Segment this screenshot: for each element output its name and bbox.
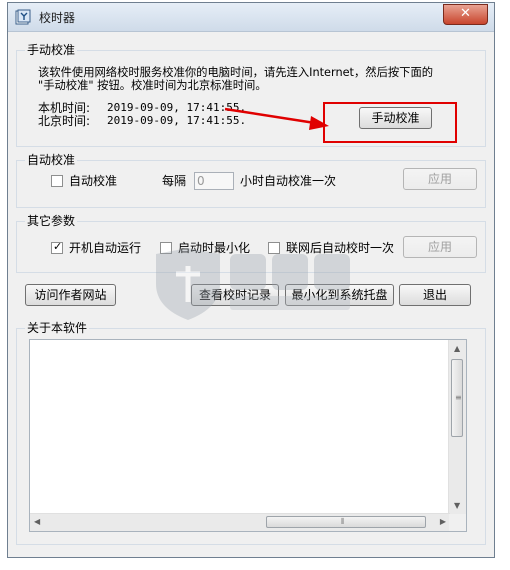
horizontal-scroll-thumb[interactable]: ⦀ [266,516,426,528]
watermark-logo [156,248,350,320]
beijing-time-label: 北京时间: [38,114,91,128]
scroll-right-icon[interactable]: ▶ [440,517,446,527]
vertical-scrollbar[interactable]: ▲ ≡ ▼ [448,340,466,514]
auto-calibrate-label: 自动校准 [69,174,118,188]
close-icon: ✕ [460,6,471,21]
manual-calibrate-button[interactable]: 手动校准 [359,107,432,129]
title-bar[interactable]: 校时器 ✕ [8,3,494,32]
vertical-scroll-thumb[interactable]: ≡ [451,359,463,437]
interval-input[interactable]: 0 [194,172,234,190]
interval-suffix-label: 小时自动校准一次 [240,174,337,188]
auto-group: 自动校准 自动校准 每隔 0 小时自动校准一次 应用 [16,152,486,208]
exit-button[interactable]: 退出 [399,284,471,306]
annotation-arrow [224,107,329,130]
app-icon [15,9,31,25]
grip-icon: ≡ [455,393,462,402]
window-title: 校时器 [39,11,76,25]
startup-run-label: 开机自动运行 [69,241,142,255]
scroll-down-icon[interactable]: ▼ [454,501,460,511]
auto-group-label: 自动校准 [25,152,78,168]
scroll-corner [449,514,466,531]
other-group-label: 其它参数 [25,213,78,229]
about-group-label: 关于本软件 [25,320,90,336]
scroll-left-icon[interactable]: ◀ [34,517,40,527]
auto-calibrate-checkbox[interactable] [51,175,63,187]
visit-author-site-button[interactable]: 访问作者网站 [25,284,116,306]
about-textarea[interactable]: ▲ ≡ ▼ ◀ ⦀ ▶ [29,339,467,532]
check-icon: ✓ [53,240,63,253]
scroll-up-icon[interactable]: ▲ [454,344,460,354]
local-time-label: 本机时间: [38,101,91,115]
manual-group-label: 手动校准 [25,42,78,58]
other-apply-button[interactable]: 应用 [403,236,477,258]
auto-apply-button[interactable]: 应用 [403,168,477,190]
every-label: 每隔 [162,174,187,188]
grip-icon: ⦀ [341,517,345,526]
startup-run-checkbox[interactable]: ✓ [51,240,63,254]
horizontal-scrollbar[interactable]: ◀ ⦀ ▶ [30,513,450,531]
close-button[interactable]: ✕ [443,4,488,25]
manual-description-line2: "手动校准" 按钮。校准时间为北京标准时间。 [38,79,267,92]
manual-description-line1: 该软件使用网络校时服务校准你的电脑时间，请先连入Internet，然后按下面的 [38,66,434,79]
